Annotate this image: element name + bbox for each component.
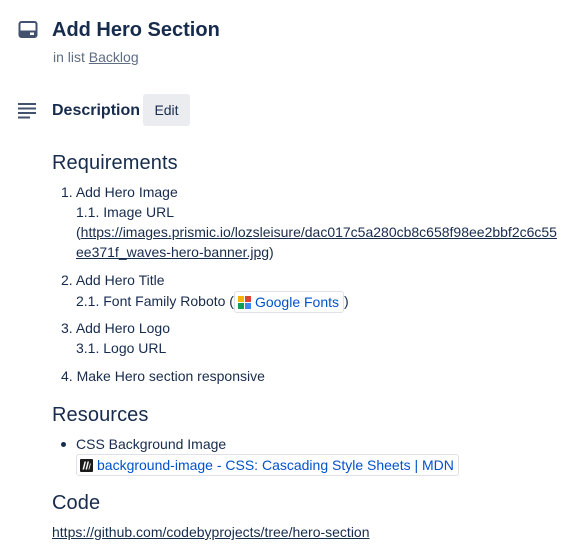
list-link-backlog[interactable]: Backlog (89, 49, 139, 65)
resources-heading: Resources (52, 404, 149, 426)
list-location: in list Backlog (53, 48, 139, 66)
mdn-icon (80, 459, 93, 473)
description-heading: Description (52, 102, 141, 119)
edit-description-button[interactable]: Edit (143, 94, 190, 126)
list-item: CSS Background Image (76, 436, 227, 452)
image-url-line: (https://images.prismic.io/lozsleisure/d… (76, 224, 557, 240)
mdn-link-line: background-image - CSS: Cascading Style … (76, 453, 459, 477)
image-url-line-2: ee371f_waves-hero-banner.jpg) (76, 244, 274, 260)
card-title[interactable]: Add Hero Section (52, 17, 220, 43)
list-item: 3.1. Logo URL (76, 340, 167, 356)
list-item: 2.1. Font Family Roboto ( Google Fonts) (76, 290, 349, 314)
list-item: 2. Add Hero Title (61, 272, 165, 288)
github-repo-link[interactable]: https://github.com/codebyprojects/tree/h… (52, 524, 370, 540)
code-heading: Code (52, 492, 101, 514)
google-fonts-icon (237, 296, 251, 310)
google-fonts-link-chip[interactable]: Google Fonts (233, 291, 345, 314)
bullet-dot (61, 442, 66, 447)
image-url-link-continued[interactable]: ee371f_waves-hero-banner.jpg (76, 244, 269, 260)
list-item: 4. Make Hero section responsive (61, 368, 265, 384)
description-icon (18, 103, 36, 119)
list-item: 1.1. Image URL (76, 204, 175, 220)
list-item: 3. Add Hero Logo (61, 320, 170, 336)
mdn-link-chip[interactable]: background-image - CSS: Cascading Style … (76, 454, 459, 477)
in-list-prefix: in list (53, 49, 85, 65)
requirements-heading: Requirements (52, 152, 178, 174)
image-url-link[interactable]: https://images.prismic.io/lozsleisure/da… (81, 224, 557, 240)
card-icon (18, 21, 38, 38)
code-url-line: https://github.com/codebyprojects/tree/h… (52, 523, 370, 541)
list-item: 1. Add Hero Image (61, 184, 178, 200)
